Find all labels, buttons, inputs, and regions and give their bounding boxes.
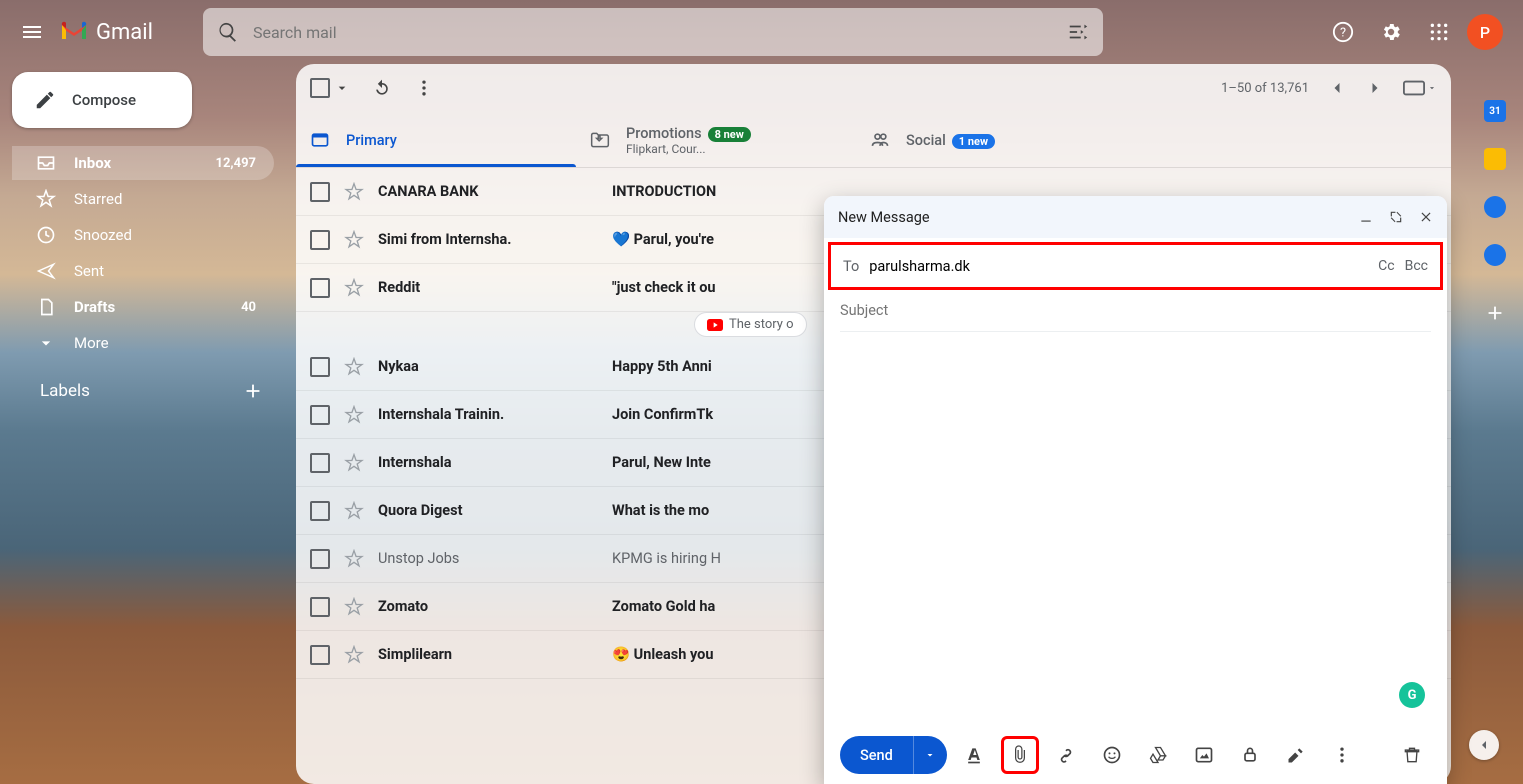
page-info: 1–50 of 13,761 <box>1221 81 1309 96</box>
sidebar-item-more[interactable]: More <box>12 326 274 360</box>
select-all-checkbox[interactable] <box>310 78 350 98</box>
confidential-mode-button[interactable] <box>1231 736 1269 774</box>
app-header: Gmail ? P <box>0 0 1523 64</box>
insert-link-button[interactable] <box>1047 736 1085 774</box>
compose-button[interactable]: Compose <box>12 72 192 128</box>
sidebar-item-sent[interactable]: Sent <box>12 254 274 288</box>
cc-button[interactable]: Cc <box>1378 258 1394 274</box>
email-checkbox[interactable] <box>310 645 330 665</box>
search-options-icon[interactable] <box>1067 21 1089 43</box>
insert-photo-button[interactable] <box>1185 736 1223 774</box>
star-icon[interactable] <box>344 549 364 569</box>
category-tabs: PrimaryPromotions8 newFlipkart, Cour...S… <box>296 112 1451 168</box>
prev-page-button[interactable] <box>1327 78 1347 98</box>
tab-primary[interactable]: Primary <box>296 112 576 167</box>
support-button[interactable]: ? <box>1323 12 1363 52</box>
main-menu-button[interactable] <box>8 8 56 56</box>
attach-file-button[interactable] <box>1001 736 1039 774</box>
insert-drive-button[interactable] <box>1139 736 1177 774</box>
tab-social[interactable]: Social1 new <box>856 112 1136 167</box>
star-icon[interactable] <box>344 278 364 298</box>
compose-body[interactable] <box>824 332 1447 726</box>
google-apps-button[interactable] <box>1419 12 1459 52</box>
labels-title: Labels <box>40 381 90 401</box>
show-side-panel-button[interactable] <box>1469 730 1499 760</box>
sidebar: Compose Inbox12,497StarredSnoozedSentDra… <box>0 64 288 784</box>
down-icon <box>36 333 56 353</box>
tasks-app-icon[interactable] <box>1484 196 1506 218</box>
account-avatar[interactable]: P <box>1467 14 1503 50</box>
more-options-button[interactable] <box>1323 736 1361 774</box>
star-icon[interactable] <box>344 182 364 202</box>
email-checkbox[interactable] <box>310 501 330 521</box>
subject-input[interactable] <box>840 302 1431 319</box>
to-input[interactable] <box>869 258 1378 275</box>
file-icon <box>36 297 56 317</box>
minimize-button[interactable] <box>1359 210 1373 224</box>
insert-signature-button[interactable] <box>1277 736 1315 774</box>
app-name: Gmail <box>96 20 153 45</box>
tab-promotions[interactable]: Promotions8 newFlipkart, Cour... <box>576 112 856 167</box>
email-checkbox[interactable] <box>310 597 330 617</box>
send-icon <box>36 261 56 281</box>
email-checkbox[interactable] <box>310 357 330 377</box>
svg-text:?: ? <box>1340 26 1346 41</box>
side-panel: 31 <box>1467 64 1523 784</box>
inbox-icon <box>36 153 56 173</box>
gmail-logo[interactable]: Gmail <box>60 20 153 45</box>
calendar-app-icon[interactable]: 31 <box>1484 100 1506 122</box>
star-icon[interactable] <box>344 230 364 250</box>
keep-app-icon[interactable] <box>1484 148 1506 170</box>
more-button[interactable] <box>414 78 434 98</box>
insert-emoji-button[interactable] <box>1093 736 1131 774</box>
compose-label: Compose <box>72 91 136 109</box>
compose-dialog: New Message To Cc Bcc G Send <box>824 196 1447 784</box>
send-button[interactable]: Send <box>840 736 947 774</box>
get-addons-button[interactable] <box>1484 302 1506 324</box>
email-checkbox[interactable] <box>310 230 330 250</box>
next-page-button[interactable] <box>1365 78 1385 98</box>
sidebar-item-snoozed[interactable]: Snoozed <box>12 218 274 252</box>
contacts-app-icon[interactable] <box>1484 244 1506 266</box>
bcc-button[interactable]: Bcc <box>1405 258 1428 274</box>
to-label: To <box>843 258 859 275</box>
discard-draft-button[interactable] <box>1393 736 1431 774</box>
compose-title-bar[interactable]: New Message <box>824 196 1447 238</box>
close-button[interactable] <box>1419 210 1433 224</box>
compose-toolbar: Send <box>824 726 1447 784</box>
email-checkbox[interactable] <box>310 405 330 425</box>
add-label-button[interactable] <box>242 380 264 402</box>
sidebar-item-drafts[interactable]: Drafts40 <box>12 290 274 324</box>
star-icon <box>36 189 56 209</box>
send-options-button[interactable] <box>913 736 947 774</box>
fullscreen-button[interactable] <box>1389 210 1403 224</box>
star-icon[interactable] <box>344 357 364 377</box>
email-checkbox[interactable] <box>310 549 330 569</box>
email-checkbox[interactable] <box>310 182 330 202</box>
grammarly-icon[interactable]: G <box>1399 682 1425 708</box>
formatting-button[interactable] <box>955 736 993 774</box>
email-checkbox[interactable] <box>310 278 330 298</box>
compose-title: New Message <box>838 209 930 226</box>
star-icon[interactable] <box>344 597 364 617</box>
search-bar[interactable] <box>203 8 1103 56</box>
email-checkbox[interactable] <box>310 453 330 473</box>
pencil-icon <box>34 89 56 111</box>
input-tools-button[interactable] <box>1403 80 1437 96</box>
star-icon[interactable] <box>344 645 364 665</box>
sidebar-item-starred[interactable]: Starred <box>12 182 274 216</box>
sidebar-item-inbox[interactable]: Inbox12,497 <box>12 146 274 180</box>
refresh-button[interactable] <box>372 78 392 98</box>
star-icon[interactable] <box>344 405 364 425</box>
attachment-chip[interactable]: The story o <box>694 312 807 337</box>
search-input[interactable] <box>253 23 1067 42</box>
mail-toolbar: 1–50 of 13,761 <box>296 64 1451 112</box>
settings-button[interactable] <box>1371 12 1411 52</box>
search-icon <box>217 21 239 43</box>
to-field-row: To Cc Bcc <box>828 242 1443 290</box>
star-icon[interactable] <box>344 453 364 473</box>
star-icon[interactable] <box>344 501 364 521</box>
clock-icon <box>36 225 56 245</box>
